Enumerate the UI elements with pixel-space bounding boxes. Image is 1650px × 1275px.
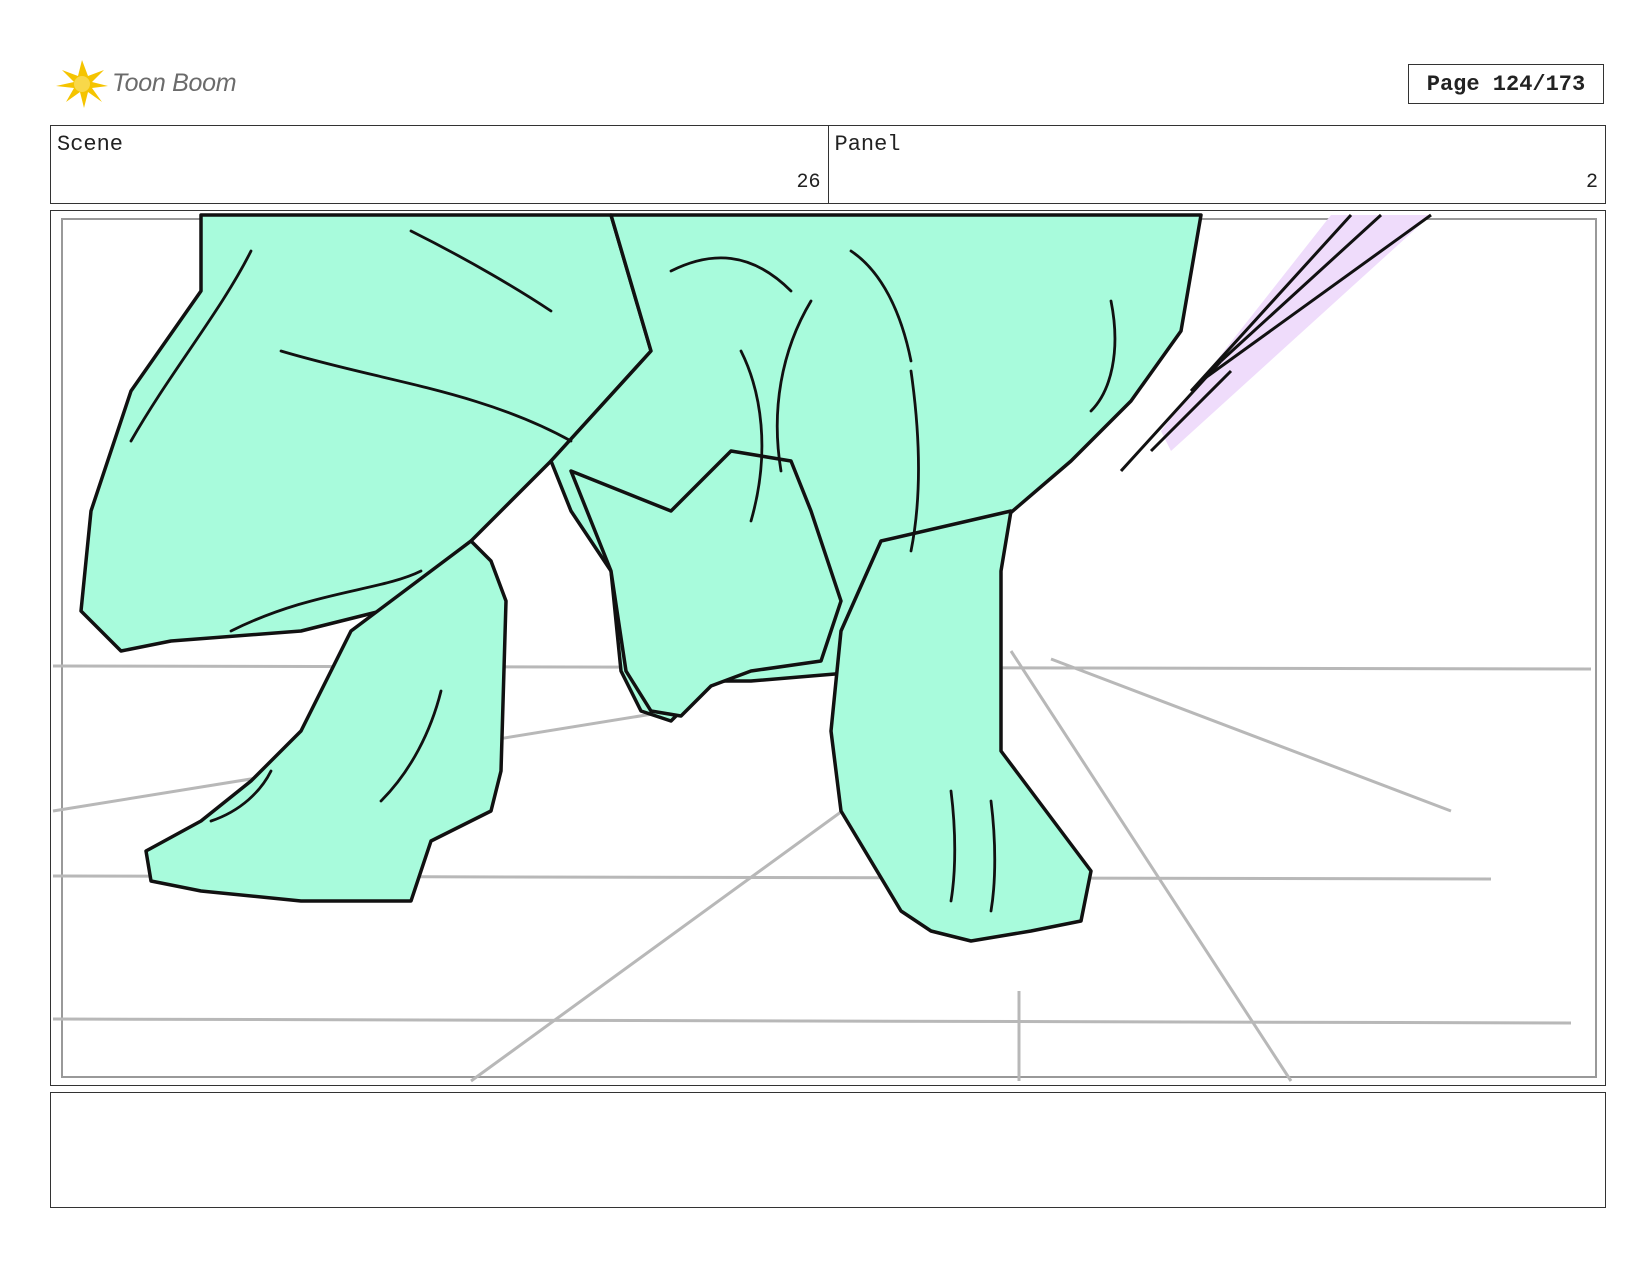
logo-text: Toon Boom	[112, 68, 237, 97]
notes-box	[50, 1092, 1606, 1208]
toon-boom-burst-icon	[56, 60, 108, 108]
storyboard-sketch	[52, 213, 1597, 1083]
speed-line-accent	[1161, 215, 1431, 451]
scene-label: Scene	[57, 132, 124, 157]
character-body	[79, 213, 1203, 943]
scene-value: 26	[796, 171, 821, 194]
panel-value: 2	[1585, 171, 1598, 194]
scene-cell: Scene 26	[51, 126, 828, 203]
storyboard-panel	[50, 210, 1606, 1086]
page-number: Page 124/173	[1408, 64, 1604, 104]
scene-panel-info: Scene 26 Panel 2	[50, 125, 1606, 204]
panel-label: Panel	[834, 132, 901, 157]
panel-cell: Panel 2	[827, 126, 1606, 203]
toon-boom-logo: Toon Boom	[52, 56, 237, 110]
